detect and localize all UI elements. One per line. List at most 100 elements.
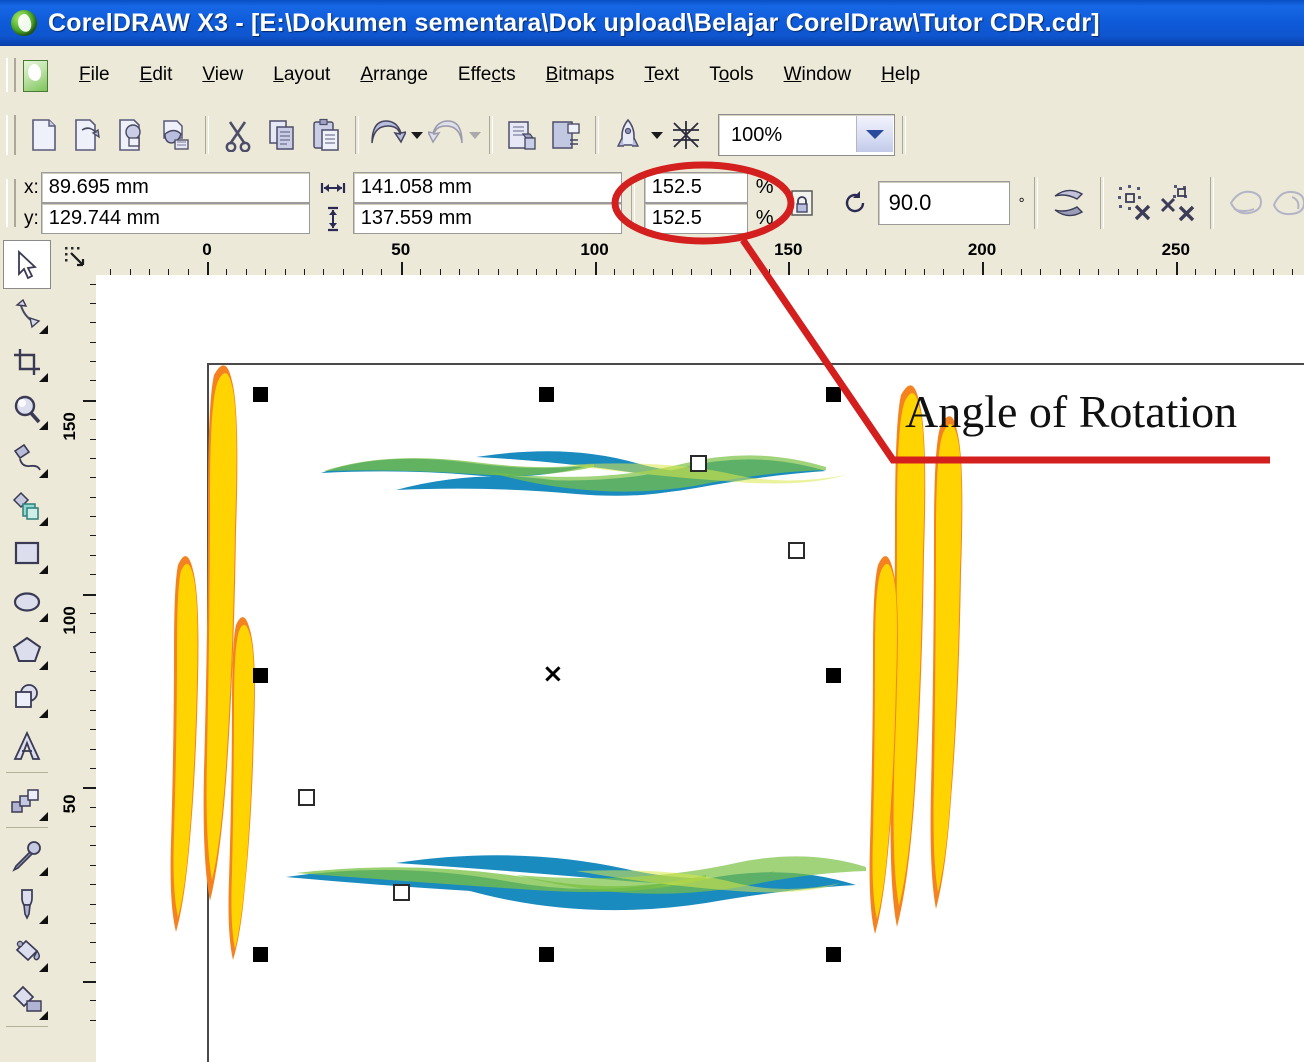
flyout-arrow-icon[interactable] (39, 469, 48, 478)
zoom-tool[interactable] (4, 386, 50, 433)
ruler-label: 100 (60, 605, 79, 635)
text-tool[interactable] (4, 722, 50, 769)
undo-dropdown-arrow-icon[interactable] (410, 113, 424, 157)
selection-handle-n[interactable] (539, 387, 554, 402)
app-icon[interactable] (9, 8, 39, 38)
flyout-arrow-icon[interactable] (39, 1011, 48, 1020)
toolbox-separator (6, 1026, 48, 1027)
basic-shapes-tool[interactable] (4, 674, 50, 721)
flyout-arrow-icon[interactable] (39, 963, 48, 972)
shape-tool[interactable] (4, 290, 50, 337)
flyout-arrow-icon[interactable] (39, 325, 48, 334)
wrap-paragraph-text-icon[interactable] (1223, 180, 1267, 226)
x-position-field[interactable]: 89.695 mm (40, 172, 310, 203)
crop-tool[interactable] (4, 338, 50, 385)
flyout-arrow-icon[interactable] (39, 915, 48, 924)
polygon-tool[interactable] (4, 626, 50, 673)
convert-to-curves-icon[interactable] (1113, 180, 1157, 226)
flyout-arrow-icon[interactable] (39, 373, 48, 382)
interactive-blend-tool[interactable] (4, 777, 50, 824)
flyout-arrow-icon[interactable] (39, 613, 48, 622)
export-icon[interactable] (544, 113, 588, 157)
selection-handle-e[interactable] (826, 668, 841, 683)
scale-x-field[interactable]: 152.5 (643, 172, 748, 203)
lock-ratio-icon[interactable] (784, 186, 820, 220)
copy-icon[interactable] (260, 113, 304, 157)
application-launcher-icon[interactable] (606, 113, 650, 157)
propertybar-drag-grip[interactable] (6, 179, 16, 227)
ruler-origin-icon[interactable] (54, 239, 96, 275)
selection-center-marker: × (542, 659, 564, 689)
menu-item-text[interactable]: Text (629, 60, 694, 90)
ruler-tick (594, 262, 597, 275)
object-height-field[interactable]: 137.559 mm (352, 203, 622, 234)
cut-icon[interactable] (216, 113, 260, 157)
selection-handle-nw[interactable] (253, 387, 268, 402)
menu-item-view[interactable]: View (187, 60, 258, 90)
flyout-arrow-icon[interactable] (39, 517, 48, 526)
menubar-drag-grip[interactable] (6, 57, 16, 92)
selection-handle-w[interactable] (253, 668, 268, 683)
flyout-arrow-icon[interactable] (39, 421, 48, 430)
paste-icon[interactable] (304, 113, 348, 157)
redo-icon[interactable] (424, 113, 468, 157)
menu-item-arrange[interactable]: Arrange (345, 60, 443, 90)
menu-item-effects[interactable]: Effects (443, 60, 531, 90)
menu-item-bitmaps[interactable]: Bitmaps (531, 60, 630, 90)
flyout-arrow-icon[interactable] (39, 867, 48, 876)
curve-node[interactable] (298, 789, 315, 806)
ellipse-tool[interactable] (4, 578, 50, 625)
title-bar: CorelDRAW X3 - [E:\Dokumen sementara\Dok… (0, 0, 1304, 47)
import-icon[interactable] (500, 113, 544, 157)
selection-handle-se[interactable] (826, 947, 841, 962)
y-position-field[interactable]: 129.744 mm (40, 203, 310, 234)
menu-item-tools[interactable]: Tools (694, 60, 768, 90)
vertical-ruler[interactable]: 50 100 150 (54, 275, 97, 1062)
undo-icon[interactable] (366, 113, 410, 157)
flyout-arrow-icon[interactable] (39, 565, 48, 574)
toolbar-drag-grip[interactable] (6, 115, 16, 155)
curve-node[interactable] (788, 542, 805, 559)
launcher-dropdown-arrow-icon[interactable] (650, 113, 664, 157)
horizontal-ruler[interactable]: 0 50 100 150 200 250 (54, 239, 1304, 276)
document-control-icon[interactable] (20, 58, 50, 92)
scale-y-field[interactable]: 152.5 (643, 203, 748, 234)
mirror-horizontal-icon[interactable] (1047, 180, 1091, 226)
interactive-fill-tool[interactable] (4, 976, 50, 1023)
ruler-label: 100 (580, 240, 609, 259)
menu-item-layout[interactable]: Layout (258, 60, 345, 90)
chevron-down-icon[interactable] (856, 116, 893, 152)
flyout-arrow-icon[interactable] (39, 709, 48, 718)
redo-dropdown-arrow-icon[interactable] (468, 113, 482, 157)
text-wrap-offset-icon[interactable] (1267, 180, 1304, 226)
outline-to-object-icon[interactable] (1157, 180, 1201, 226)
flyout-arrow-icon[interactable] (39, 812, 48, 821)
menu-item-help[interactable]: Help (866, 60, 935, 90)
eyedropper-tool[interactable] (4, 832, 50, 879)
freehand-tool[interactable] (4, 434, 50, 481)
curve-node[interactable] (393, 884, 410, 901)
open-document-icon[interactable] (66, 113, 110, 157)
degree-symbol-label: ° (1018, 194, 1025, 212)
curve-node[interactable] (690, 455, 707, 472)
rectangle-tool[interactable] (4, 530, 50, 577)
save-document-icon[interactable] (110, 113, 154, 157)
selection-handle-ne[interactable] (826, 387, 841, 402)
flyout-arrow-icon[interactable] (39, 661, 48, 670)
corel-online-icon[interactable] (664, 113, 708, 157)
rotation-angle-field[interactable]: 90.0 (877, 181, 1010, 225)
ruler-tick (1175, 262, 1178, 275)
outline-tool[interactable] (4, 880, 50, 927)
zoom-level-combobox[interactable]: 100% (718, 114, 895, 156)
selection-handle-sw[interactable] (253, 947, 268, 962)
menu-item-edit[interactable]: Edit (125, 60, 188, 90)
menu-item-file[interactable]: File (64, 60, 125, 90)
new-document-icon[interactable] (22, 113, 66, 157)
fill-tool[interactable] (4, 928, 50, 975)
print-icon[interactable] (154, 113, 198, 157)
pick-tool[interactable] (3, 240, 51, 289)
menu-item-window[interactable]: Window (769, 60, 867, 90)
selection-handle-s[interactable] (539, 947, 554, 962)
object-width-field[interactable]: 141.058 mm (352, 172, 622, 203)
smart-fill-tool[interactable] (4, 482, 50, 529)
